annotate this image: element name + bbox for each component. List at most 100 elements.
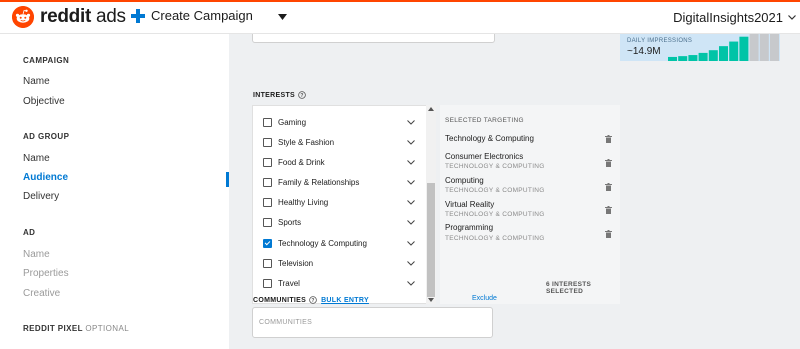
selected-targeting-panel: SELECTED TARGETING Technology & Computin… <box>440 105 620 304</box>
interests-selected-count: 6 INTERESTS SELECTED <box>546 281 592 295</box>
interest-label: Style & Fashion <box>278 137 335 147</box>
communities-heading: COMMUNITIES ? BULK ENTRY <box>253 296 369 304</box>
exclude-link[interactable]: Exclude <box>472 295 497 302</box>
interest-row-travel[interactable]: Travel <box>263 275 415 291</box>
scroll-thumb[interactable] <box>427 183 435 297</box>
audience-card: INTERESTS ? Gaming Style & Fashion Food … <box>250 34 620 349</box>
sidebar-heading-reddit-pixel[interactable]: REDDIT PIXEL OPTIONAL <box>23 324 129 333</box>
optional-note: OPTIONAL <box>85 324 130 333</box>
chevron-down-icon[interactable] <box>407 280 415 286</box>
interest-row-television[interactable]: Television <box>263 255 415 271</box>
trash-icon[interactable] <box>605 206 612 214</box>
selected-item-category: TECHNOLOGY & COMPUTING <box>445 187 545 194</box>
interest-row-food-drink[interactable]: Food & Drink <box>263 154 415 170</box>
interests-list[interactable]: Gaming Style & Fashion Food & Drink Fami… <box>252 105 428 304</box>
chevron-down-icon[interactable] <box>407 119 415 125</box>
checkbox[interactable] <box>263 217 272 227</box>
checkbox-checked[interactable] <box>263 238 272 248</box>
interest-label: Gaming <box>278 117 307 127</box>
interests-heading: INTERESTS ? <box>253 91 306 99</box>
create-campaign-button[interactable]: Create Campaign <box>131 8 253 23</box>
sidebar-item-audience[interactable]: Audience <box>23 172 68 183</box>
previous-input-field[interactable] <box>252 34 495 43</box>
caret-down-icon[interactable] <box>278 14 287 20</box>
chevron-down-icon[interactable] <box>407 179 415 185</box>
chevron-down-icon <box>788 15 796 20</box>
interest-row-style-fashion[interactable]: Style & Fashion <box>263 134 415 150</box>
sidebar-item-campaign-name[interactable]: Name <box>23 76 50 87</box>
chevron-down-icon[interactable] <box>407 139 415 145</box>
svg-text:?: ? <box>311 298 314 304</box>
reddit-alien-icon <box>12 6 34 28</box>
interest-row-healthy-living[interactable]: Healthy Living <box>263 194 415 210</box>
interest-label: Technology & Computing <box>278 238 367 248</box>
trash-icon[interactable] <box>605 159 612 167</box>
trash-icon[interactable] <box>605 135 612 143</box>
sidebar-item-ad-group-name[interactable]: Name <box>23 153 50 164</box>
checkbox[interactable] <box>263 258 272 268</box>
sidebar-heading-ad-group: AD GROUP <box>23 132 70 141</box>
checkbox[interactable] <box>263 117 272 127</box>
chevron-down-icon[interactable] <box>407 260 415 266</box>
impressions-bar <box>729 41 739 61</box>
sidebar-item-creative[interactable]: Creative <box>23 288 60 299</box>
selected-group-name: Technology & Computing <box>445 134 534 143</box>
interests-scrollbar[interactable] <box>426 105 436 304</box>
chevron-down-icon[interactable] <box>407 219 415 225</box>
communities-input[interactable] <box>252 307 493 338</box>
top-bar: reddit ads Create Campaign DigitalInsigh… <box>0 0 800 34</box>
svg-text:?: ? <box>300 93 303 99</box>
interest-label: Family & Relationships <box>278 177 360 187</box>
selected-item-name: Computing <box>445 176 484 185</box>
selected-targeting-heading: SELECTED TARGETING <box>445 117 524 124</box>
sidebar-heading-campaign: CAMPAIGN <box>23 56 70 65</box>
interest-label: Television <box>278 258 314 268</box>
reddit-ads-logo[interactable]: reddit ads <box>12 6 126 28</box>
impressions-bar <box>759 34 769 61</box>
scroll-up-arrow-icon[interactable] <box>428 107 434 111</box>
impressions-bar <box>668 56 677 61</box>
sidebar-item-delivery[interactable]: Delivery <box>23 191 59 202</box>
interest-row-technology-computing[interactable]: Technology & Computing <box>263 235 415 251</box>
interest-row-gaming[interactable]: Gaming <box>263 114 415 130</box>
impressions-bar <box>678 56 688 61</box>
impressions-bar <box>708 50 718 61</box>
selected-item-name: Virtual Reality <box>445 200 495 209</box>
sidebar-item-objective[interactable]: Objective <box>23 96 65 107</box>
impressions-bar <box>739 36 749 61</box>
sidebar-item-properties[interactable]: Properties <box>23 268 69 279</box>
interest-row-sports[interactable]: Sports <box>263 214 415 230</box>
impressions-bar <box>749 34 759 61</box>
selected-item-name: Programming <box>445 223 494 232</box>
selected-item-name: Consumer Electronics <box>445 152 524 161</box>
impressions-bar <box>688 55 698 61</box>
trash-icon[interactable] <box>605 183 612 191</box>
daily-impressions-widget: DAILY IMPRESSIONS ~14.9M <box>620 34 780 61</box>
help-icon[interactable]: ? <box>309 296 317 304</box>
impressions-bar <box>698 52 708 61</box>
checkbox[interactable] <box>263 177 272 187</box>
impressions-bar <box>719 46 728 61</box>
checkbox[interactable] <box>263 157 272 167</box>
bulk-entry-link[interactable]: BULK ENTRY <box>321 297 369 304</box>
checkbox[interactable] <box>263 137 272 147</box>
selected-item-category: TECHNOLOGY & COMPUTING <box>445 163 545 170</box>
checkbox[interactable] <box>263 278 272 288</box>
help-icon[interactable]: ? <box>298 91 306 99</box>
selected-item-category: TECHNOLOGY & COMPUTING <box>445 235 545 242</box>
checkbox[interactable] <box>263 197 272 207</box>
logo-text: reddit ads <box>40 6 126 27</box>
account-switcher[interactable]: DigitalInsights2021 <box>673 10 796 25</box>
chevron-down-icon[interactable] <box>407 159 415 165</box>
active-indicator <box>226 172 229 187</box>
scroll-down-arrow-icon[interactable] <box>428 298 434 302</box>
chevron-down-icon[interactable] <box>407 240 415 246</box>
interest-row-family-relationships[interactable]: Family & Relationships <box>263 174 415 190</box>
sidebar-item-ad-name[interactable]: Name <box>23 249 50 260</box>
chevron-down-icon[interactable] <box>407 199 415 205</box>
sidebar-nav: CAMPAIGN Name Objective AD GROUP Name Au… <box>0 34 229 349</box>
impressions-bar <box>770 34 779 61</box>
impressions-bar-chart <box>668 34 779 61</box>
trash-icon[interactable] <box>605 230 612 238</box>
account-name: DigitalInsights2021 <box>673 10 783 25</box>
